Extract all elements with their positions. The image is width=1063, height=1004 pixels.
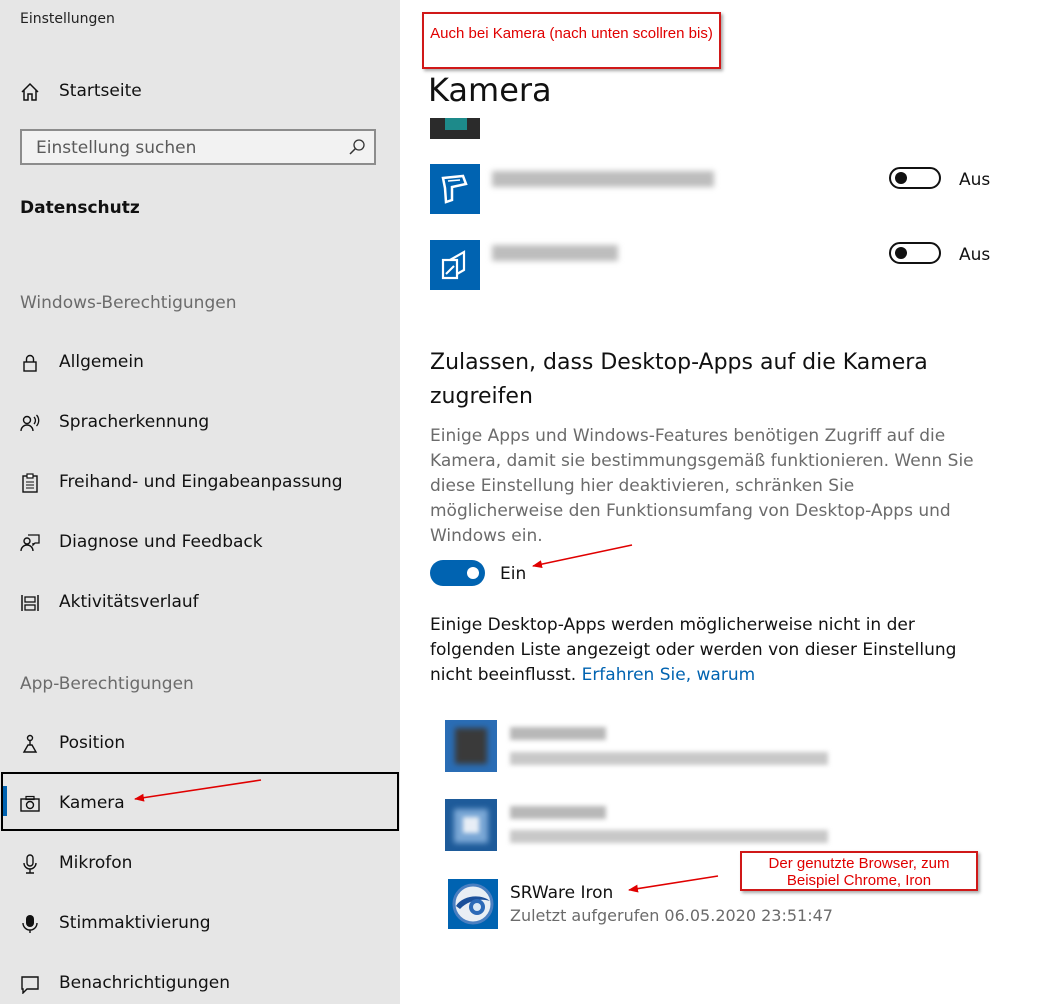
group-title-apps: App-Berechtigungen: [20, 674, 194, 694]
sidebar-item-aktivitaet[interactable]: Aktivitätsverlauf: [0, 583, 400, 623]
sidebar-item-benachrichtigungen[interactable]: Benachrichtigungen: [0, 964, 400, 1004]
toggle-state-label: Ein: [500, 564, 527, 584]
search-box[interactable]: [20, 129, 376, 165]
timeline-icon: [21, 595, 39, 611]
sidebar-item-label: Benachrichtigungen: [59, 973, 231, 993]
sidebar-item-position[interactable]: Position: [0, 724, 400, 764]
microphone-icon: [23, 854, 37, 874]
toggle-knob: [895, 247, 907, 259]
sidebar-item-spracherkennung[interactable]: Spracherkennung: [0, 403, 400, 443]
notification-icon: [21, 976, 39, 994]
app-icon: [445, 799, 497, 851]
sidebar-item-mikrofon[interactable]: Mikrofon: [0, 844, 400, 884]
sidebar-item-label: Aktivitätsverlauf: [59, 592, 199, 612]
home-icon: [21, 82, 39, 101]
srware-iron-icon: [452, 883, 494, 925]
group-title-windows: Windows-Berechtigungen: [20, 293, 237, 313]
toggle-state-label: Aus: [959, 170, 991, 190]
sidebar-item-allgemein[interactable]: Allgemein: [0, 343, 400, 383]
app-icon: [430, 164, 480, 214]
learn-why-link[interactable]: Erfahren Sie, warum: [582, 665, 756, 685]
app-name-blurred: [510, 806, 606, 819]
sidebar-item-home[interactable]: Startseite: [0, 72, 400, 112]
window-title: Einstellungen: [20, 11, 115, 27]
sidebar-item-label: Startseite: [59, 81, 142, 101]
search-input[interactable]: [36, 138, 336, 158]
app-camera-toggle[interactable]: [889, 242, 941, 264]
toggle-knob: [895, 172, 907, 184]
sidebar-item-stimmaktivierung[interactable]: Stimmaktivierung: [0, 904, 400, 944]
annotation-callout: Auch bei Kamera (nach unten scollren bis…: [422, 12, 721, 69]
app-icon: [430, 240, 480, 290]
toggle-knob: [467, 567, 479, 579]
sidebar-item-label: Spracherkennung: [59, 412, 210, 432]
sidebar-item-label: Freihand- und Eingabeanpassung: [59, 472, 343, 492]
desktop-apps-toggle[interactable]: [430, 560, 485, 586]
section-description: Einige Apps und Windows-Features benötig…: [430, 426, 974, 546]
app-name-blurred: [492, 245, 618, 261]
sidebar-item-diagnose[interactable]: Diagnose und Feedback: [0, 523, 400, 563]
section-title: Datenschutz: [20, 198, 140, 218]
position-icon: [22, 734, 38, 753]
sidebar: Einstellungen Startseite Datenschutz Win…: [0, 0, 400, 1004]
selected-item-highlight-box: [1, 772, 399, 831]
search-icon: [349, 139, 365, 155]
speech-icon: [20, 414, 40, 432]
app-tile-partial: [430, 118, 480, 139]
page-title: Kamera: [428, 71, 552, 109]
desktop-apps-note: Einige Desktop-Apps werden möglicherweis…: [430, 613, 995, 688]
app-icon: [448, 879, 498, 929]
voice-activation-icon: [22, 915, 38, 933]
sidebar-item-label: Mikrofon: [59, 853, 133, 873]
sidebar-item-freihand[interactable]: Freihand- und Eingabeanpassung: [0, 463, 400, 503]
barcode-scanner-icon: [441, 174, 468, 204]
app-icon: [445, 720, 497, 772]
app-name-blurred: [510, 727, 606, 740]
arrow-to-srware: [628, 875, 719, 893]
chart-app-icon: [441, 250, 466, 280]
sidebar-item-label: Position: [59, 733, 126, 753]
sidebar-item-label: Stimmaktivierung: [59, 913, 211, 933]
clipboard-icon: [22, 473, 38, 493]
app-camera-toggle[interactable]: [889, 167, 941, 189]
toggle-state-label: Aus: [959, 245, 991, 265]
section-heading: Zulassen, dass Desktop-Apps auf die Kame…: [430, 350, 928, 409]
sidebar-item-label: Diagnose und Feedback: [59, 532, 263, 552]
app-name-blurred: [492, 171, 714, 187]
annotation-callout: Der genutzte Browser, zum Beispiel Chrom…: [740, 851, 978, 891]
app-subtitle-blurred: [510, 752, 828, 765]
app-subtitle-blurred: [510, 830, 828, 843]
sidebar-item-label: Allgemein: [59, 352, 144, 372]
app-last-access: Zuletzt aufgerufen 06.05.2020 23:51:47: [510, 906, 833, 925]
app-name: SRWare Iron: [510, 883, 614, 903]
lock-icon: [23, 354, 37, 372]
feedback-icon: [20, 534, 40, 552]
